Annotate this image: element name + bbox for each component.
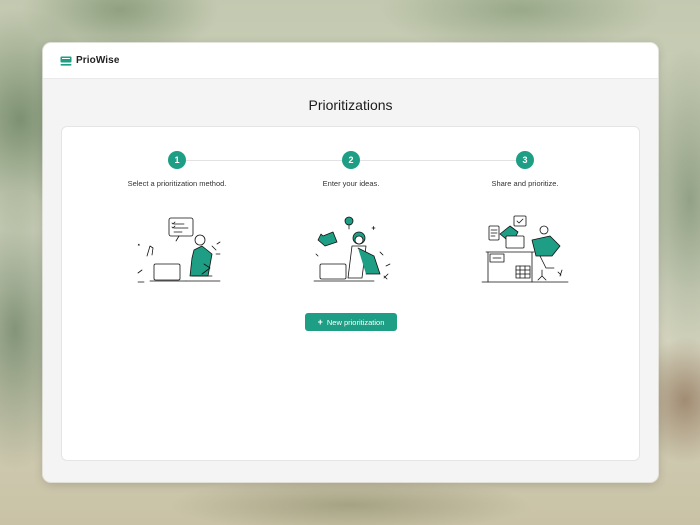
ideas-illustration [313, 216, 391, 282]
step-label: Select a prioritization method. [127, 179, 227, 188]
step-label: Share and prioritize. [491, 179, 559, 188]
step-2: 2 Enter your ideas. [266, 151, 436, 188]
new-prioritization-label: New prioritization [326, 317, 385, 327]
priowise-logo-icon [60, 56, 72, 66]
step-label: Enter your ideas. [322, 179, 380, 188]
step-3: 3 Share and prioritize. [440, 151, 610, 188]
method-selection-illustration [137, 217, 221, 283]
step-number-badge: 2 [342, 151, 360, 169]
brand-name[interactable]: PrioWise [76, 55, 120, 66]
onboarding-card: 1 Select a prioritization method. 2 Ente… [61, 126, 640, 461]
app-window: PrioWise Prioritizations 1 Select a prio… [43, 43, 658, 482]
top-bar: PrioWise [43, 43, 658, 79]
new-prioritization-button[interactable]: + New prioritization [305, 313, 397, 331]
share-prioritize-illustration [481, 215, 569, 283]
page-title: Prioritizations [308, 97, 393, 113]
step-number-badge: 1 [168, 151, 186, 169]
step-number-badge: 3 [516, 151, 534, 169]
step-1: 1 Select a prioritization method. [92, 151, 262, 188]
plus-icon: + [317, 316, 323, 327]
